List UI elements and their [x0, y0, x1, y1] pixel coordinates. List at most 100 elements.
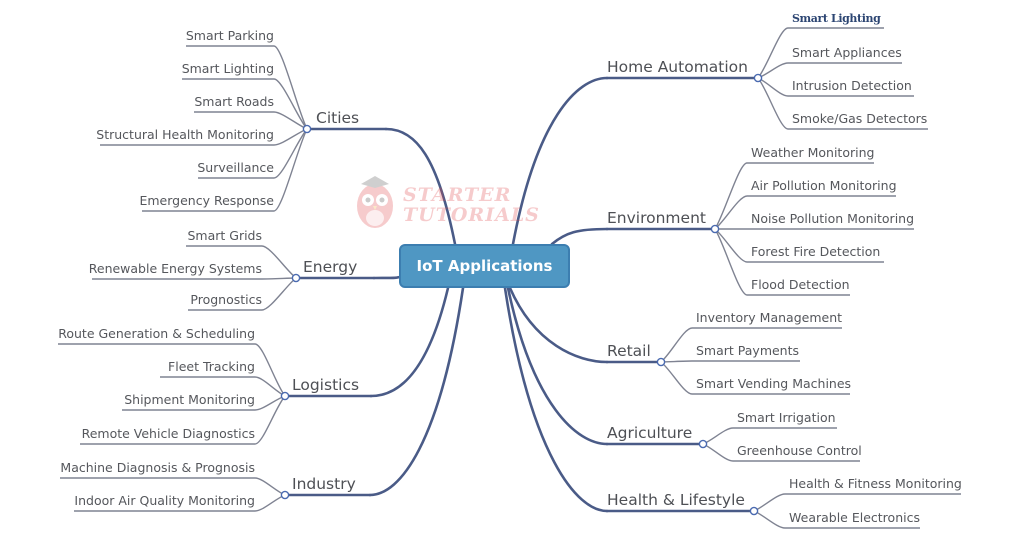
leaf-connector — [714, 162, 748, 230]
leaf-connector — [261, 245, 297, 279]
leaf-connector — [714, 228, 748, 296]
leaf-home-automation-smart-appliances[interactable]: Smart Appliances — [757, 45, 902, 79]
leaf-label: Machine Diagnosis & Prognosis — [60, 460, 255, 475]
leaf-label: Wearable Electronics — [789, 510, 920, 525]
leaf-health-and-lifestyle-health-and-fitness-monitoring[interactable]: Health & Fitness Monitoring — [753, 476, 962, 512]
branch-label-environment[interactable]: Environment — [607, 209, 706, 227]
leaf-connector — [660, 360, 693, 363]
leaf-label: Shipment Monitoring — [124, 392, 255, 407]
leaf-label: Smart Payments — [696, 343, 799, 358]
junction-home-automation[interactable] — [753, 73, 763, 83]
leaf-label: Smart Roads — [194, 94, 274, 109]
leaf-label: Flood Detection — [751, 277, 850, 292]
leaf-energy-renewable-energy-systems[interactable]: Renewable Energy Systems — [89, 261, 297, 280]
branch-label-industry[interactable]: Industry — [292, 475, 356, 493]
leaf-retail-smart-payments[interactable]: Smart Payments — [660, 343, 800, 363]
branch-label-logistics[interactable]: Logistics — [292, 376, 359, 394]
leaf-label: Emergency Response — [139, 193, 274, 208]
junction-industry[interactable] — [280, 490, 290, 500]
junction-environment[interactable] — [710, 224, 720, 234]
leaf-label: Prognostics — [190, 292, 262, 307]
junction-health-and-lifestyle[interactable] — [749, 506, 759, 516]
root-node-label: IoT Applications — [416, 257, 553, 275]
branch-label-cities[interactable]: Cities — [316, 109, 359, 127]
leaf-label: Fleet Tracking — [168, 359, 255, 374]
leaf-connector — [702, 427, 734, 445]
leaf-health-and-lifestyle-wearable-electronics[interactable]: Wearable Electronics — [753, 510, 920, 529]
leaf-connector — [261, 277, 297, 280]
leaf-label: Intrusion Detection — [792, 78, 912, 93]
junction-agriculture[interactable] — [698, 439, 708, 449]
leaf-label: Inventory Management — [696, 310, 842, 325]
leaf-connector — [273, 128, 308, 212]
leaf-connector — [273, 45, 308, 130]
leaf-label: Remote Vehicle Diagnostics — [82, 426, 255, 441]
branch-connectors — [283, 76, 760, 513]
branch-connector-health-and-lifestyle — [503, 286, 609, 513]
leaf-label: Surveillance — [197, 160, 274, 175]
branch-connector-cities — [384, 127, 457, 246]
leaf-label: Weather Monitoring — [751, 145, 874, 160]
leaf-retail-smart-vending-machines[interactable]: Smart Vending Machines — [660, 361, 851, 395]
leaf-connector — [714, 228, 748, 263]
leaf-connector — [702, 443, 734, 462]
branch-label-agriculture[interactable]: Agriculture — [607, 424, 692, 442]
leaf-label: Smart Appliances — [792, 45, 902, 60]
junction-energy[interactable] — [291, 273, 301, 283]
leaf-cities-structural-health-monitoring[interactable]: Structural Health Monitoring — [96, 127, 308, 146]
leaf-energy-prognostics[interactable]: Prognostics — [188, 277, 297, 311]
branch-connector-home-automation — [511, 76, 609, 246]
leaf-label: Health & Fitness Monitoring — [789, 476, 962, 491]
leaf-label: Greenhouse Control — [737, 443, 862, 458]
leaf-label: Structural Health Monitoring — [96, 127, 274, 142]
leaf-label: Route Generation & Scheduling — [58, 326, 255, 341]
root-node[interactable]: IoT Applications — [399, 244, 570, 288]
leaf-connector — [660, 327, 693, 363]
leaf-label: Smart Lighting — [182, 61, 274, 76]
leaf-agriculture-greenhouse-control[interactable]: Greenhouse Control — [702, 443, 862, 462]
leaf-label: Smart Parking — [186, 28, 274, 43]
leaf-label: Smart Irrigation — [737, 410, 836, 425]
branch-connector-energy — [372, 275, 402, 280]
leaf-label: Smart Lighting — [792, 12, 881, 25]
leaf-label: Renewable Energy Systems — [89, 261, 262, 276]
leaf-label: Smoke/Gas Detectors — [792, 111, 927, 126]
leaf-environment-forest-fire-detection[interactable]: Forest Fire Detection — [714, 228, 884, 263]
leaf-connector — [714, 195, 748, 230]
leaf-connector — [753, 493, 786, 512]
junction-cities[interactable] — [302, 124, 312, 134]
leaf-label: Indoor Air Quality Monitoring — [74, 493, 255, 508]
leaf-industry-machine-diagnosis-and-prognosis[interactable]: Machine Diagnosis & Prognosis — [60, 460, 286, 496]
leaf-connector — [254, 343, 286, 397]
junction-logistics[interactable] — [280, 391, 290, 401]
leaf-connector — [660, 361, 693, 395]
branch-label-health-and-lifestyle[interactable]: Health & Lifestyle — [607, 491, 745, 509]
leaf-agriculture-smart-irrigation[interactable]: Smart Irrigation — [702, 410, 837, 445]
junction-retail[interactable] — [656, 357, 666, 367]
leaf-label: Smart Vending Machines — [696, 376, 851, 391]
branch-label-energy[interactable]: Energy — [303, 258, 357, 276]
leaf-connector — [753, 510, 786, 529]
leaf-connector — [254, 494, 286, 512]
leaf-logistics-shipment-monitoring[interactable]: Shipment Monitoring — [122, 392, 286, 411]
leaf-connector — [254, 376, 286, 397]
leaf-environment-noise-pollution-monitoring[interactable]: Noise Pollution Monitoring — [714, 211, 914, 230]
leaf-connector — [273, 78, 308, 130]
branch-connector-industry — [368, 286, 465, 497]
leaf-connector — [757, 27, 789, 79]
leaf-label: Air Pollution Monitoring — [751, 178, 897, 193]
leaf-connector — [757, 77, 789, 130]
branch-connector-environment — [550, 227, 609, 246]
leaf-home-automation-intrusion-detection[interactable]: Intrusion Detection — [757, 77, 914, 97]
leaf-connector — [757, 77, 789, 97]
leaf-label: Forest Fire Detection — [751, 244, 880, 259]
leaf-logistics-fleet-tracking[interactable]: Fleet Tracking — [160, 359, 286, 397]
leaf-connector — [261, 277, 297, 311]
leaf-label: Noise Pollution Monitoring — [751, 211, 914, 226]
leaf-label: Smart Grids — [187, 228, 262, 243]
leaf-connector — [273, 128, 308, 179]
leaf-industry-indoor-air-quality-monitoring[interactable]: Indoor Air Quality Monitoring — [74, 493, 286, 512]
leaf-connector — [254, 477, 286, 496]
branch-label-home-automation[interactable]: Home Automation — [607, 58, 748, 76]
branch-label-retail[interactable]: Retail — [607, 342, 651, 360]
